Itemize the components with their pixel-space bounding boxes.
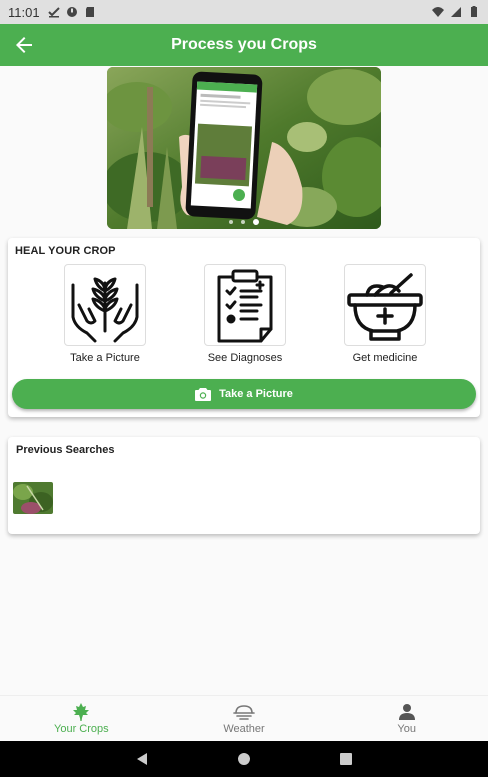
wifi-icon: [432, 7, 444, 17]
status-bar: 11:01: [0, 0, 488, 24]
previous-searches-card: Previous Searches: [8, 437, 480, 534]
nav-your-crops[interactable]: Your Crops: [0, 696, 163, 741]
status-time: 11:01: [8, 4, 40, 20]
step-take-picture: Take a Picture: [45, 264, 165, 364]
person-icon: [398, 703, 415, 720]
back-triangle-icon[interactable]: [135, 752, 149, 766]
page-title: Process you Crops: [171, 36, 317, 53]
app-bar: Process you Crops: [0, 24, 488, 66]
signal-icon: [451, 7, 461, 17]
step-get-medicine: Get medicine: [325, 264, 445, 364]
carousel-indicators: [107, 219, 381, 225]
status-notification-icons: [47, 6, 96, 18]
step-label: See Diagnoses: [207, 352, 283, 364]
take-picture-button[interactable]: Take a Picture: [12, 379, 476, 409]
previous-searches-title: Previous Searches: [16, 444, 115, 456]
mortar-pestle-icon: [344, 264, 426, 346]
system-navigation-bar: [0, 741, 488, 777]
step-see-diagnoses: See Diagnoses: [185, 264, 305, 364]
heal-crop-card: HEAL YOUR CROP Take a Picture See Diagno…: [8, 238, 480, 417]
sd-card-icon: [85, 7, 94, 17]
carousel-dot[interactable]: [241, 220, 245, 224]
hero-image: [107, 67, 381, 229]
step-label: Get medicine: [352, 352, 418, 364]
back-arrow-icon[interactable]: [12, 33, 36, 57]
clipboard-checklist-icon: [204, 264, 286, 346]
battery-icon: [471, 6, 477, 17]
checkmark-icon: [47, 7, 60, 18]
carousel-dot-active[interactable]: [253, 219, 259, 225]
nav-label: Your Crops: [54, 722, 109, 735]
step-label: Take a Picture: [70, 352, 140, 364]
heal-crop-title: HEAL YOUR CROP: [15, 245, 116, 257]
nav-you[interactable]: You: [325, 696, 488, 741]
hands-plant-icon: [64, 264, 146, 346]
sync-icon: [66, 7, 77, 17]
take-picture-label: Take a Picture: [219, 388, 293, 400]
hero-carousel[interactable]: [107, 67, 381, 229]
bottom-navigation: Your Crops Weather You: [0, 695, 488, 741]
carousel-dot[interactable]: [229, 220, 233, 224]
nav-weather[interactable]: Weather: [163, 696, 326, 741]
home-circle-icon[interactable]: [237, 752, 251, 766]
weather-icon: [233, 704, 255, 720]
recents-square-icon[interactable]: [339, 752, 353, 766]
status-system-icons: [432, 6, 480, 18]
nav-label: Weather: [223, 722, 265, 735]
camera-icon: [195, 388, 212, 401]
nav-label: You: [397, 722, 416, 735]
leaf-icon: [73, 702, 90, 721]
previous-search-thumbnail[interactable]: [13, 482, 53, 514]
